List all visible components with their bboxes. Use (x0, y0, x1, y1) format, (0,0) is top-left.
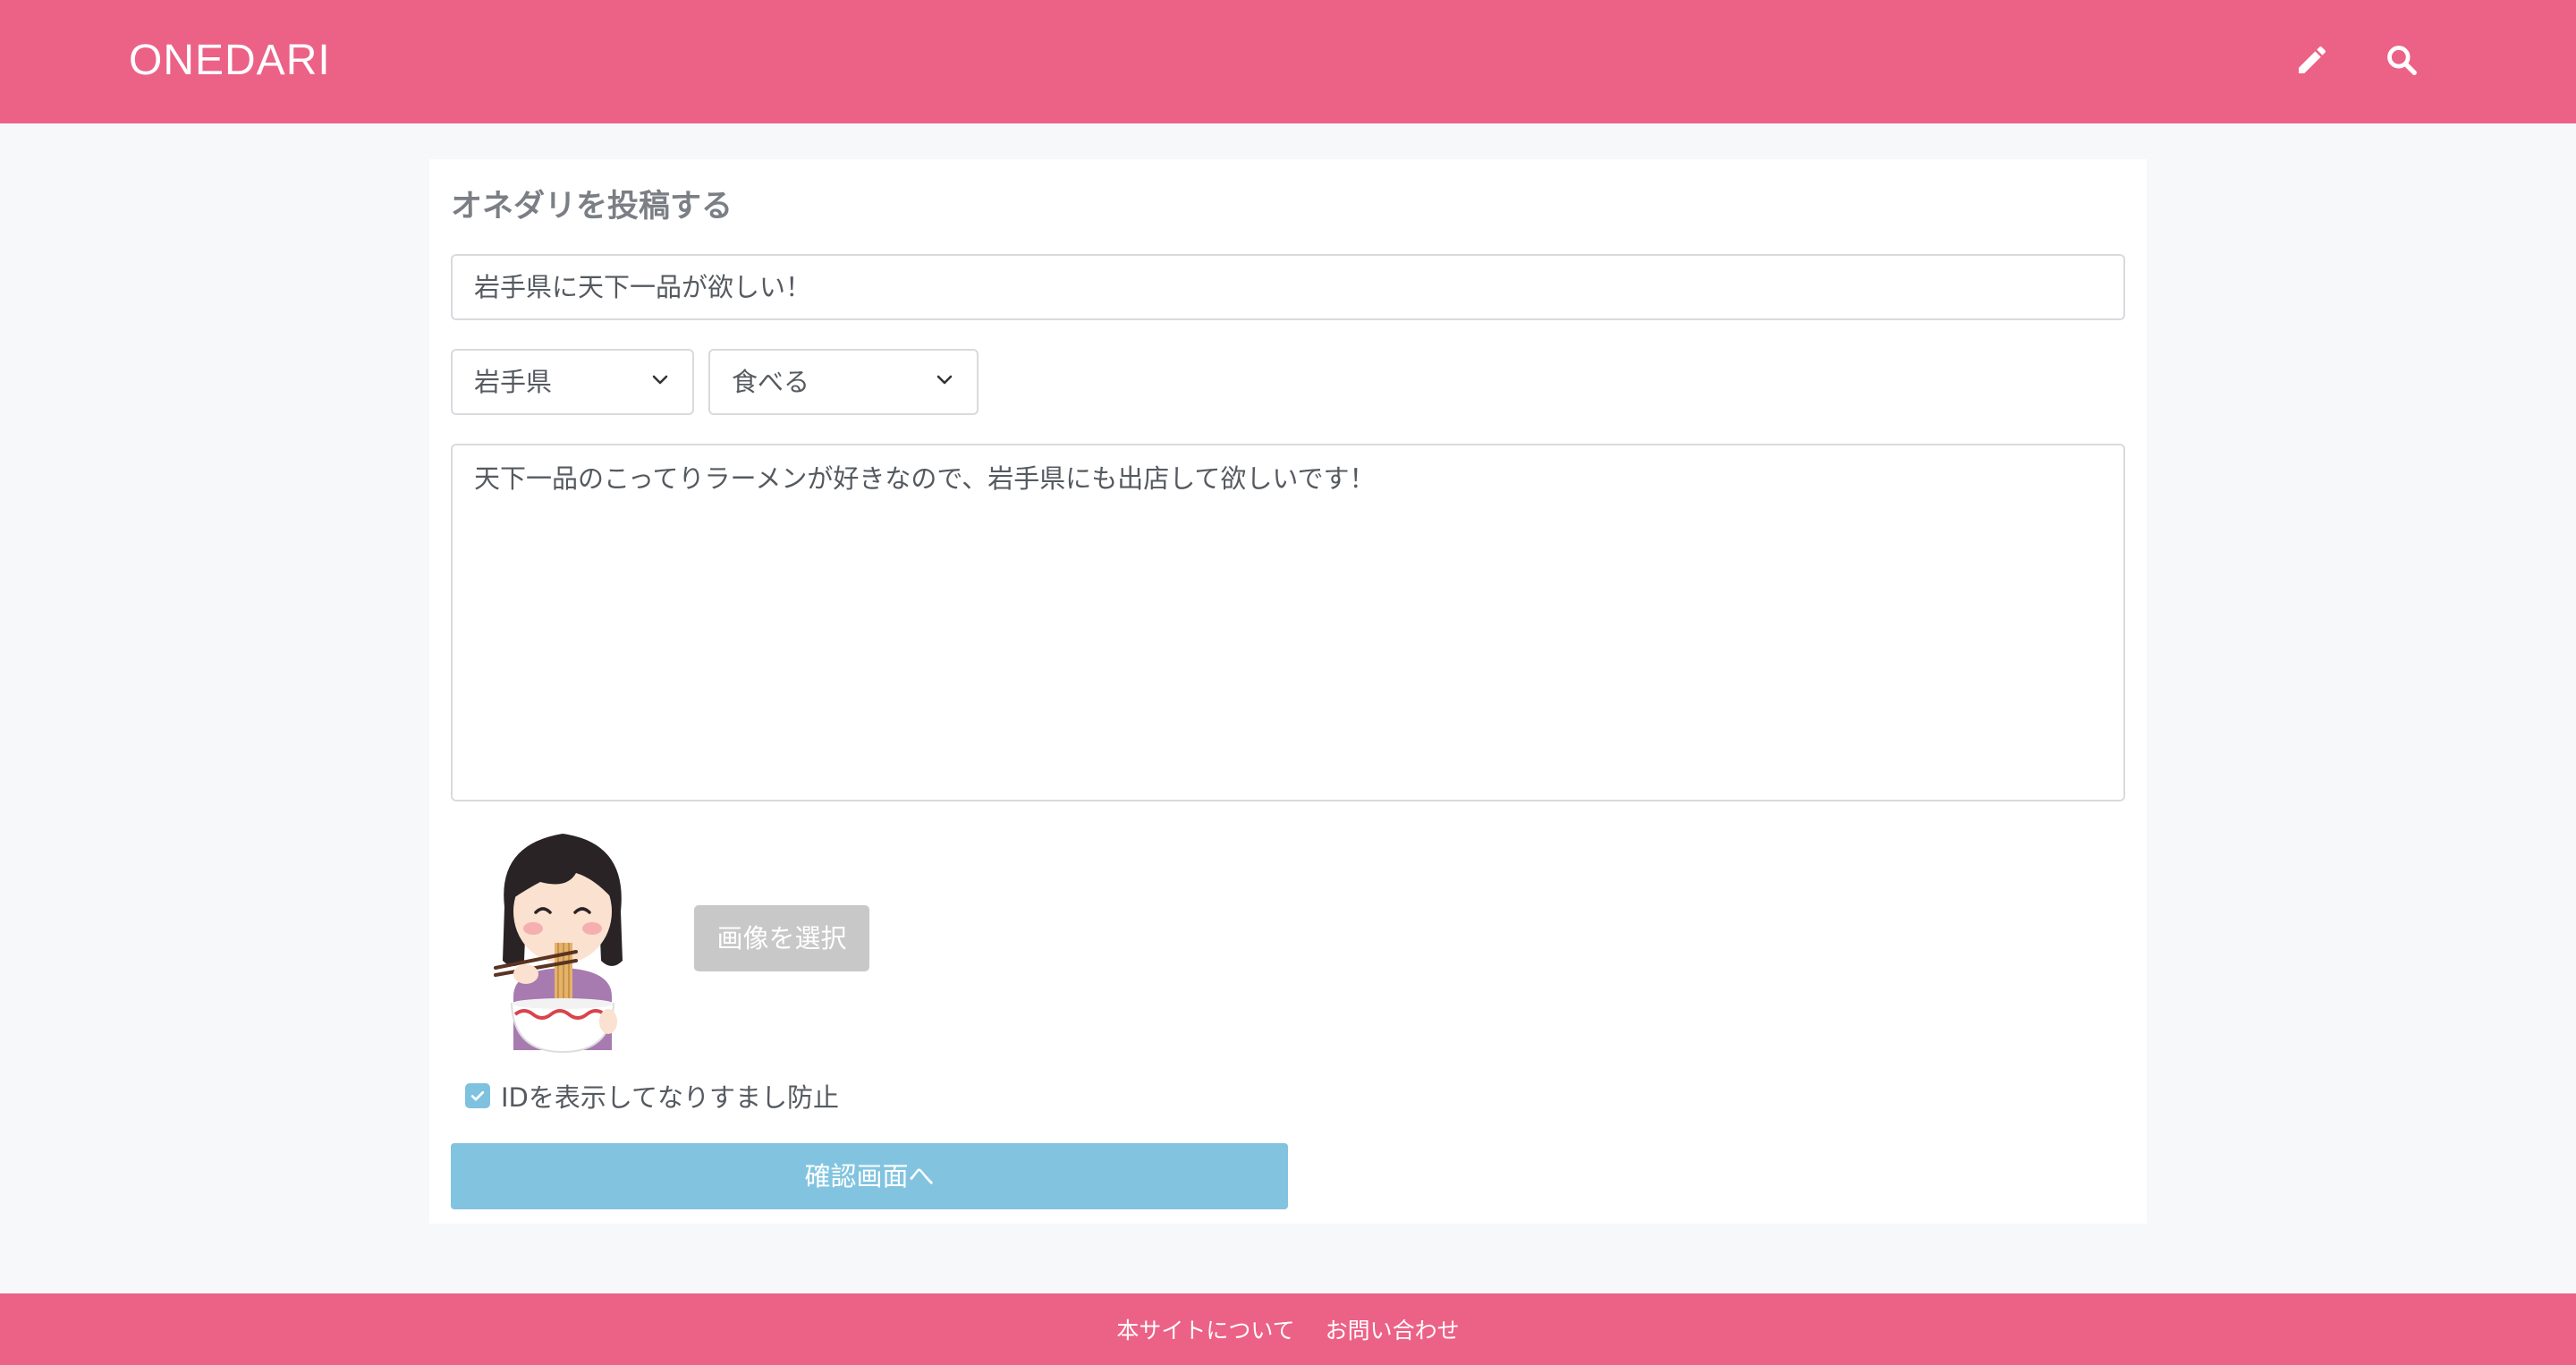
id-display-checkbox-label: IDを表示してなりすまし防止 (501, 1082, 840, 1113)
id-display-checkbox-row[interactable]: IDを表示してなりすまし防止 (465, 1075, 839, 1116)
uploaded-image-preview (487, 827, 639, 1057)
search-icon[interactable] (2379, 38, 2424, 82)
footer: 本サイトについて お問い合わせ (0, 1293, 2576, 1365)
logo[interactable]: ONEDARI (129, 32, 331, 89)
pencil-icon[interactable] (2290, 38, 2334, 82)
confirm-button[interactable]: 確認画面へ (451, 1143, 1288, 1209)
header: ONEDARI (0, 0, 2576, 123)
footer-link-contact[interactable]: お問い合わせ (1326, 1313, 1460, 1345)
chevron-down-icon (934, 351, 955, 413)
checkbox-checked-icon[interactable] (465, 1083, 490, 1108)
category-select[interactable]: 食べる (708, 349, 979, 415)
prefecture-select[interactable]: 岩手県 (451, 349, 694, 415)
post-form-card: オネダリを投稿する 岩手県に天下一品が欲しい！ 岩手県 食べる 天下一品のこって… (429, 159, 2147, 1224)
select-image-button[interactable]: 画像を選択 (694, 905, 869, 971)
prefecture-select-value: 岩手県 (474, 367, 553, 397)
body-textarea[interactable]: 天下一品のこってりラーメンが好きなので、岩手県にも出店して欲しいです！ (451, 444, 2125, 801)
category-select-value: 食べる (732, 367, 810, 397)
title-input[interactable]: 岩手県に天下一品が欲しい！ (451, 254, 2125, 320)
chevron-down-icon (649, 351, 671, 413)
page-title: オネダリを投稿する (451, 189, 733, 225)
footer-link-about[interactable]: 本サイトについて (1116, 1313, 1294, 1345)
